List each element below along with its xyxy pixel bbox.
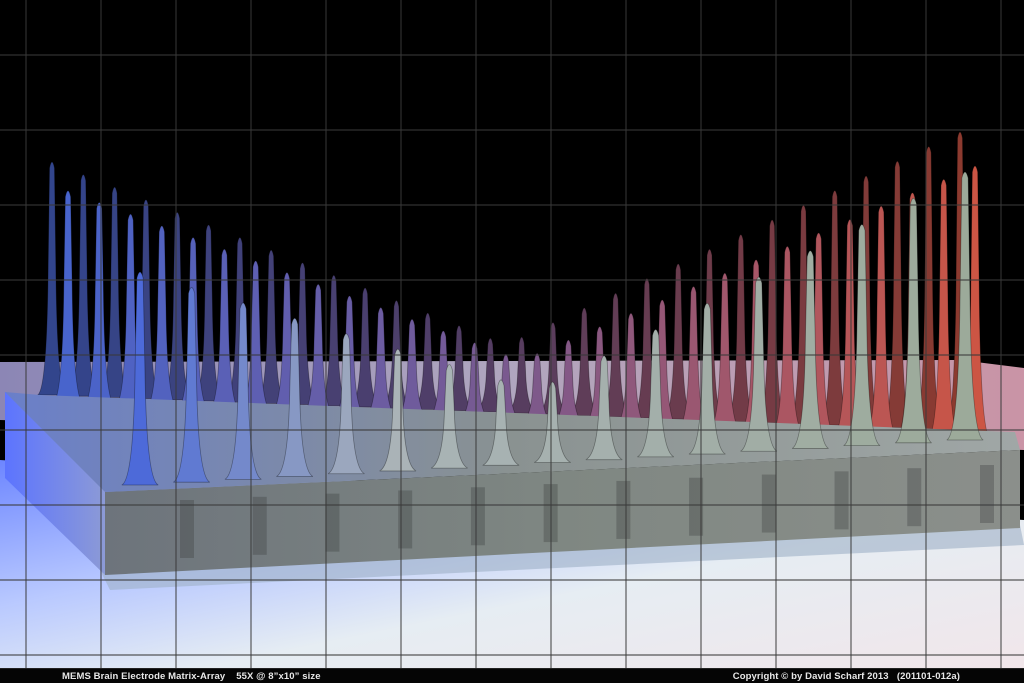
- block-segment-mark: [398, 490, 413, 549]
- block-segment-mark: [543, 484, 558, 543]
- block-segment-mark: [470, 487, 485, 546]
- block-segment-mark: [325, 493, 340, 552]
- block-segment-mark: [834, 471, 849, 530]
- block-segment-mark: [980, 465, 994, 523]
- image-frame: MEMS Brain Electrode Matrix-Array 55X @ …: [0, 0, 1024, 683]
- electrode-array-photo: [0, 0, 1024, 668]
- caption-title: MEMS Brain Electrode Matrix-Array 55X @ …: [62, 671, 321, 682]
- block-segment-mark: [689, 477, 704, 536]
- caption-copyright: Copyright © by David Scharf 2013 (201101…: [732, 671, 960, 682]
- block-segment-mark: [907, 468, 922, 527]
- block-segment-mark: [616, 480, 631, 539]
- caption-bar: MEMS Brain Electrode Matrix-Array 55X @ …: [0, 668, 1024, 683]
- block-segment-mark: [180, 500, 194, 558]
- block-segment-mark: [761, 474, 776, 533]
- block-segment-mark: [252, 496, 267, 555]
